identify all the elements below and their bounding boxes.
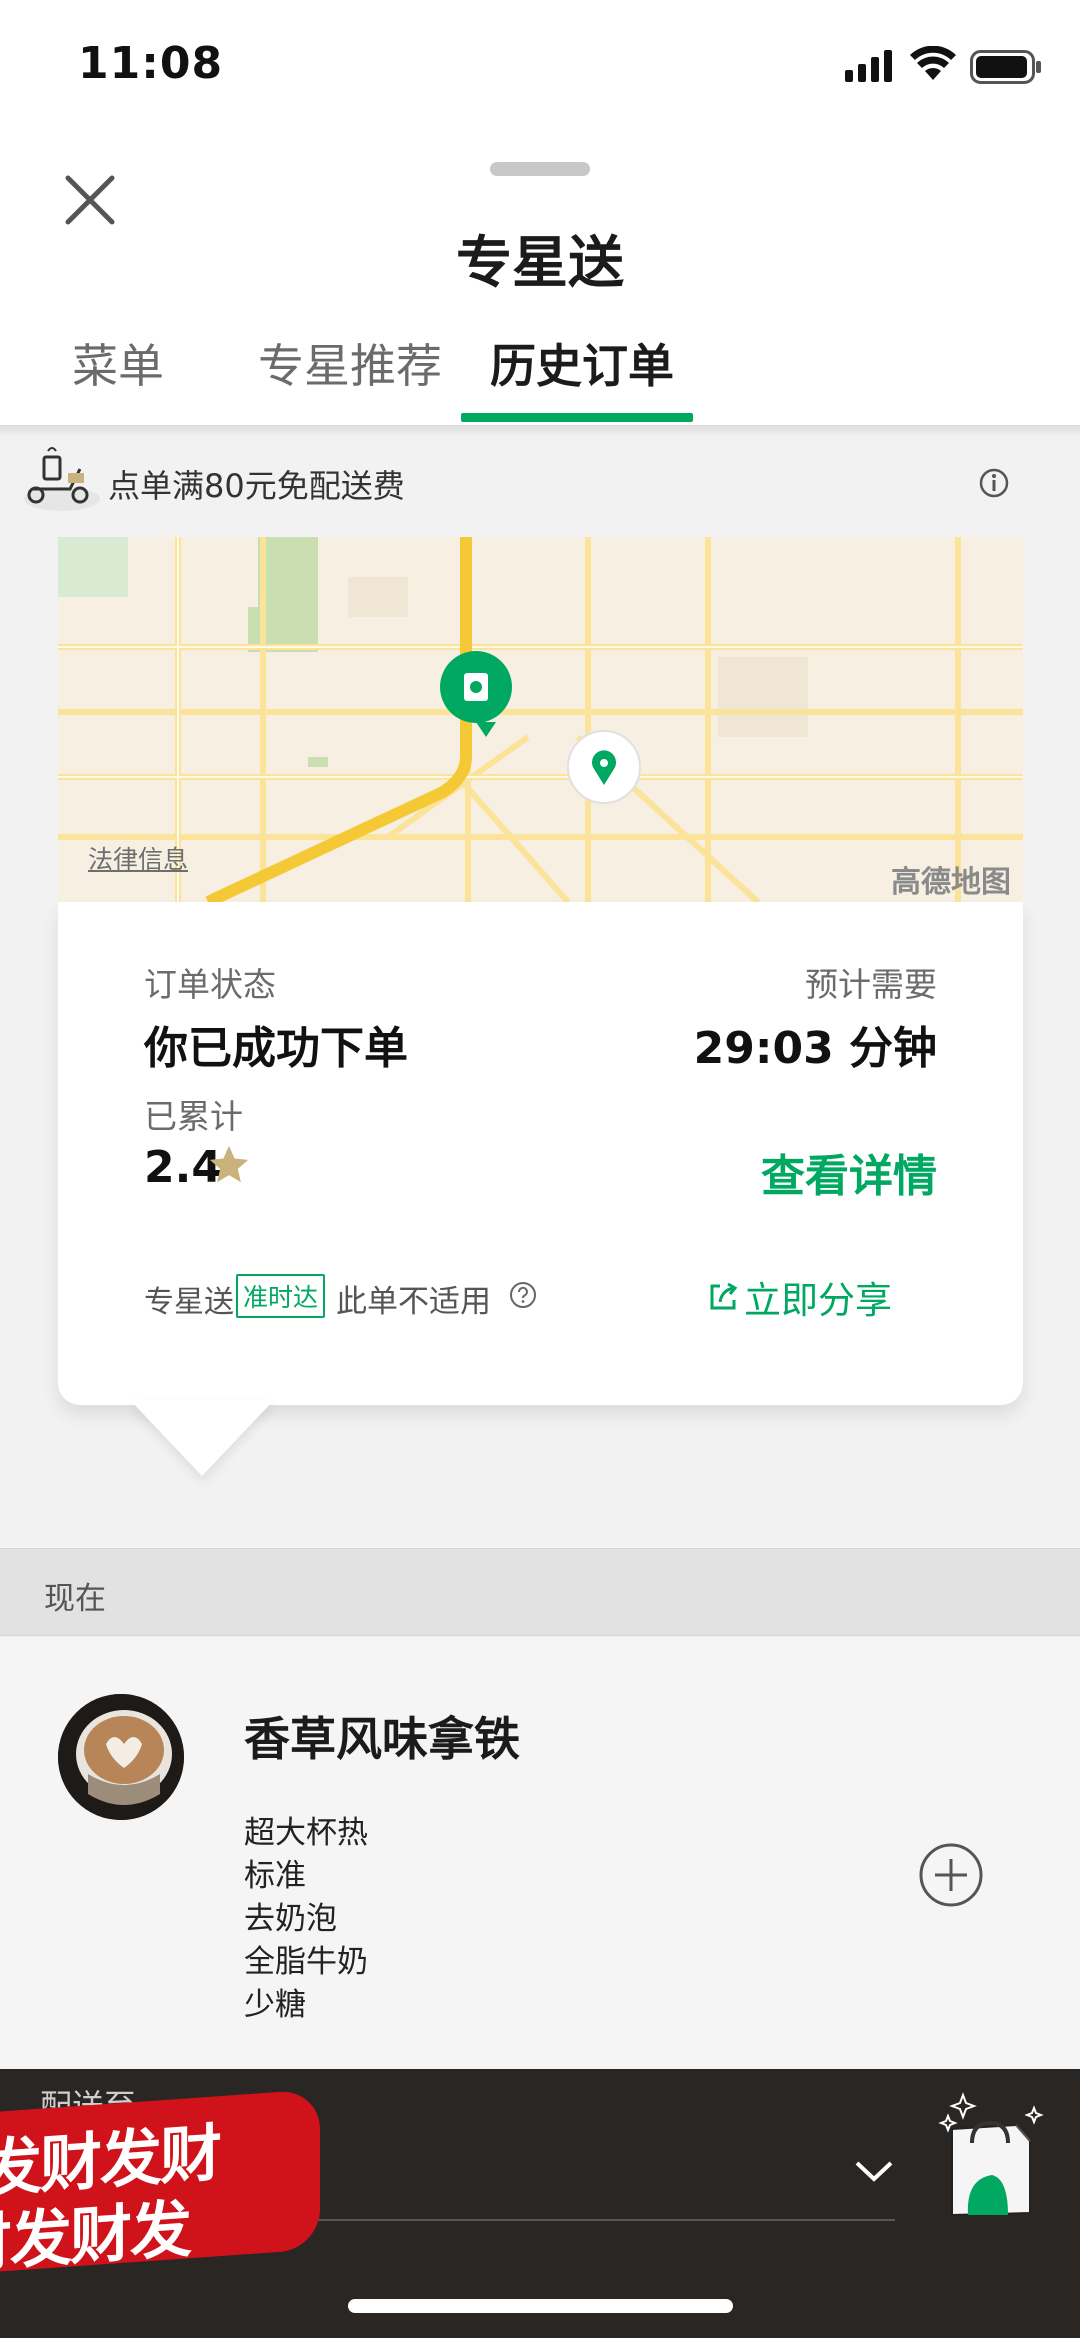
- product-item: 香草风味拿铁 超大杯热 标准 去奶泡 全脂牛奶 少糖: [0, 1637, 1080, 2069]
- card-pointer: [130, 1400, 274, 1476]
- map-roads: [58, 537, 1023, 902]
- eta-value: 29:03 分钟: [693, 1023, 937, 1074]
- order-status-card: 订单状态 你已成功下单 预计需要 29:03 分钟 已累计 2.4 查看详情 专…: [58, 902, 1023, 1405]
- header-shadow: [0, 425, 1080, 437]
- accumulated-stars-label: 已累计: [144, 1097, 243, 1136]
- product-option: 去奶泡: [244, 1901, 337, 1937]
- order-status-value: 你已成功下单: [144, 1023, 408, 1074]
- not-applicable-text: 此单不适用: [336, 1284, 491, 1320]
- tab-history-orders[interactable]: 历史订单: [490, 330, 674, 396]
- delivery-brand-mini: 专星送: [144, 1285, 234, 1320]
- product-name: 香草风味拿铁: [244, 1712, 520, 1766]
- chevron-down-icon[interactable]: [853, 2157, 895, 2187]
- order-status-label: 订单状态: [144, 965, 276, 1004]
- page-title: 专星送: [456, 231, 624, 296]
- tab-menu[interactable]: 菜单: [72, 330, 164, 396]
- status-time: 11:08: [78, 38, 224, 89]
- sheet-header: 专星送 菜单 专星推荐 历史订单: [0, 130, 1080, 425]
- status-bar: 11:08: [0, 0, 1080, 130]
- watermark-overlay: 发财发财 财发财发: [0, 2089, 320, 2273]
- help-icon[interactable]: [508, 1280, 538, 1310]
- home-indicator[interactable]: [348, 2299, 733, 2313]
- shopping-bag-icon[interactable]: [938, 2083, 1048, 2233]
- battery-icon: [970, 50, 1041, 84]
- wifi-icon: [910, 46, 956, 80]
- share-icon: [710, 1282, 738, 1310]
- share-button[interactable]: 立即分享: [706, 1270, 892, 1324]
- promo-text: 点单满80元免配送费: [108, 467, 405, 505]
- section-header-now: 现在: [0, 1548, 1080, 1636]
- map-legal-link[interactable]: 法律信息: [88, 840, 188, 876]
- scooter-delivery-icon: [24, 447, 100, 511]
- info-icon[interactable]: [978, 467, 1010, 499]
- ontime-badge: 准时达: [236, 1274, 326, 1318]
- drag-handle[interactable]: [490, 162, 590, 176]
- delivery-map[interactable]: 法律信息 高德地图: [58, 537, 1023, 902]
- view-details-button[interactable]: 查看详情: [761, 1140, 937, 1204]
- product-option: 少糖: [244, 1987, 306, 2023]
- tab-recommend[interactable]: 专星推荐: [258, 330, 442, 396]
- bottom-bar: 配送至 发财发财 财发财发: [0, 2069, 1080, 2338]
- signal-icon: [845, 50, 892, 82]
- share-button-label: 立即分享: [744, 1279, 892, 1322]
- star-icon: [209, 1145, 249, 1183]
- destination-pin-icon: [567, 730, 641, 804]
- map-provider-logo: 高德地图: [891, 865, 1011, 900]
- product-option: 全脂牛奶: [244, 1944, 368, 1980]
- promo-bar[interactable]: 点单满80元免配送费: [0, 425, 1080, 537]
- eta-label: 预计需要: [805, 965, 937, 1004]
- add-item-button[interactable]: [918, 1842, 984, 1908]
- active-tab-indicator: [461, 413, 693, 422]
- product-image: [58, 1694, 184, 1820]
- section-header-label: 现在: [44, 1581, 106, 1617]
- product-option: 标准: [244, 1858, 306, 1894]
- watermark-line: 财发财发: [0, 2192, 191, 2273]
- product-option: 超大杯热: [244, 1815, 368, 1851]
